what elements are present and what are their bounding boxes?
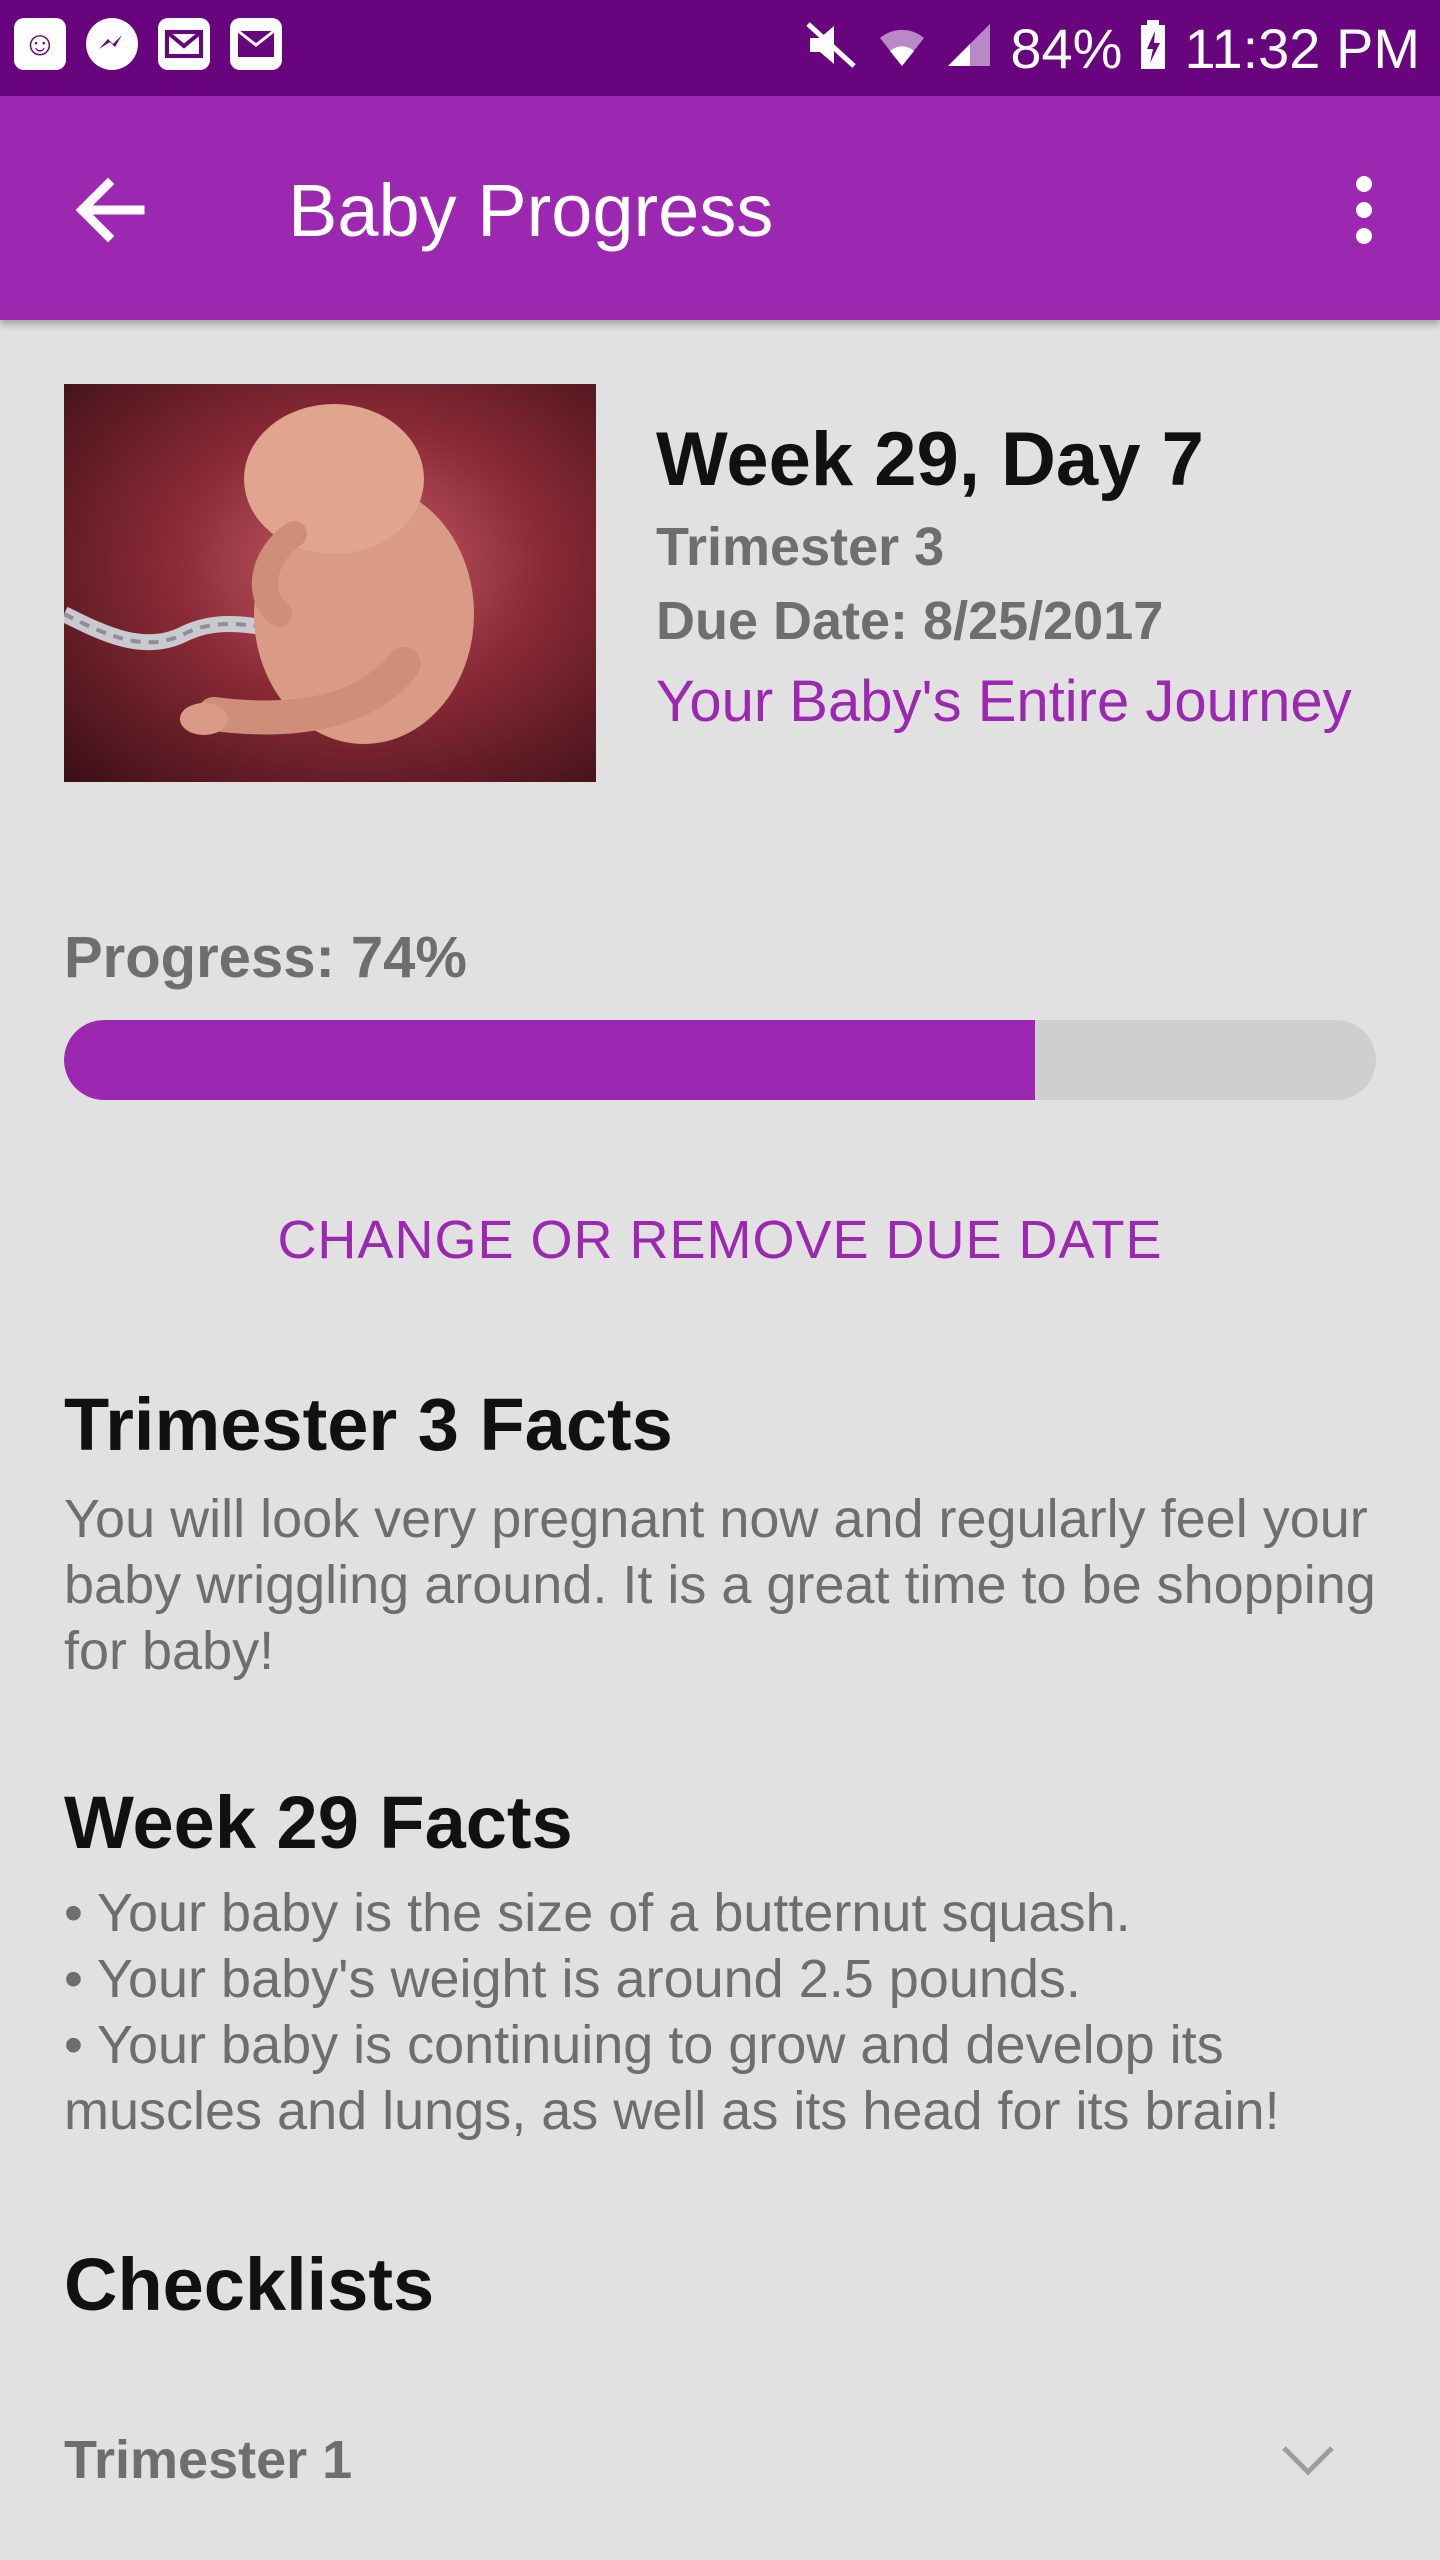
more-vertical-dot (1356, 228, 1372, 244)
arrow-left-icon (75, 177, 145, 243)
week-fact-item: • Your baby is the size of a butternut s… (64, 1883, 1131, 1943)
progress-bar (64, 1020, 1376, 1100)
wifi-icon (876, 20, 928, 77)
more-vertical-icon (1356, 176, 1372, 192)
progress-bar-fill (64, 1020, 1035, 1100)
week-fact-item: • Your baby is continuing to grow and de… (64, 2015, 1280, 2141)
pregnancy-info: Week 29, Day 7 Trimester 3 Due Date: 8/2… (656, 410, 1396, 742)
signal-icon (944, 20, 994, 77)
more-vertical-dot (1356, 202, 1372, 218)
page-title: Baby Progress (288, 169, 774, 252)
week-facts-heading: Week 29 Facts (64, 1781, 573, 1864)
trimester-facts-heading: Trimester 3 Facts (64, 1383, 673, 1466)
progress-label: Progress: 74% (64, 925, 467, 990)
checklists-heading: Checklists (64, 2243, 435, 2326)
mail-icon (230, 18, 282, 70)
trimester-label: Trimester 3 (656, 517, 945, 577)
mute-icon (804, 20, 860, 77)
checklist-trimester-1[interactable]: Trimester 1 (64, 2420, 1376, 2500)
app-bar: Baby Progress (0, 96, 1440, 320)
chevron-down-icon (1282, 2446, 1334, 2476)
week-facts-list: • Your baby is the size of a butternut s… (64, 1880, 1384, 2144)
week-day-heading: Week 29, Day 7 (656, 417, 1204, 502)
system-status: 84% 11:32 PM (804, 10, 1420, 86)
back-button[interactable] (62, 162, 158, 258)
baby-image (64, 384, 596, 782)
status-bar: ☺ 84% 11:32 PM (0, 0, 1440, 96)
entire-journey-link[interactable]: Your Baby's Entire Journey (656, 662, 1396, 742)
app-icon: ☺ (14, 18, 66, 70)
overflow-menu-button[interactable] (1336, 170, 1392, 250)
notification-icons: ☺ (14, 18, 282, 70)
messenger-icon (86, 18, 138, 70)
battery-percent: 84% (1010, 16, 1123, 80)
change-due-date-button[interactable]: CHANGE OR REMOVE DUE DATE (0, 1200, 1440, 1280)
battery-charging-icon (1138, 19, 1168, 78)
clock: 11:32 PM (1184, 16, 1420, 80)
trimester-facts-text: You will look very pregnant now and regu… (64, 1489, 1376, 1681)
checklist-item-label: Trimester 1 (64, 2430, 353, 2490)
due-date-label: Due Date: 8/25/2017 (656, 591, 1164, 651)
week-fact-item: • Your baby's weight is around 2.5 pound… (64, 1949, 1081, 2009)
gmail-icon (158, 18, 210, 70)
